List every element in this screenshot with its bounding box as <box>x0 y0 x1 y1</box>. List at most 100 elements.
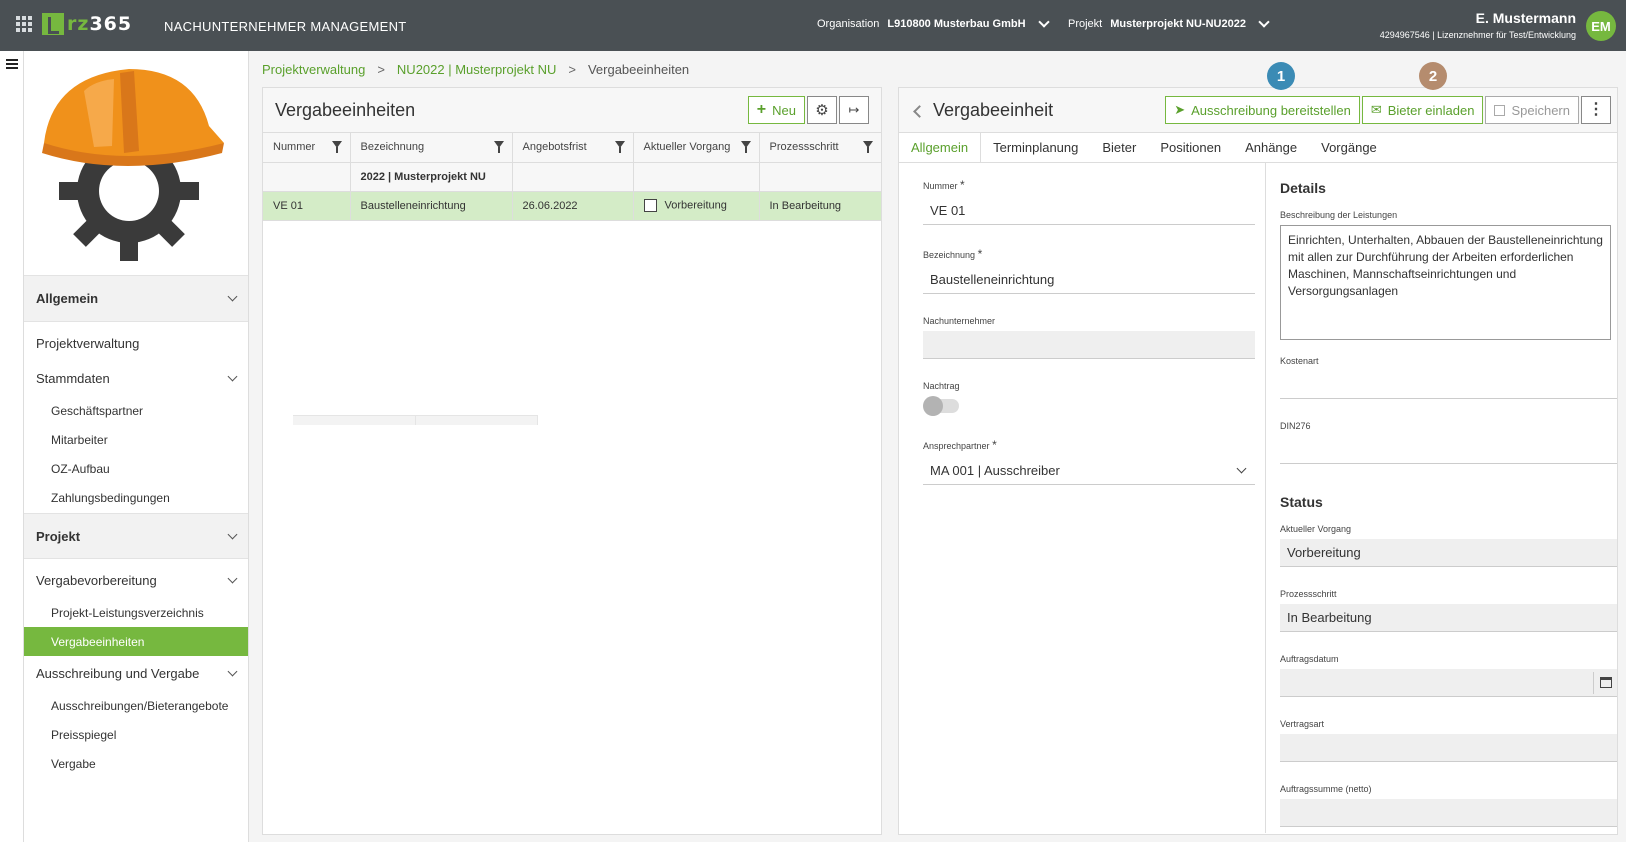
sidebar-item-geschaeftspartner[interactable]: Geschäftspartner <box>24 396 248 425</box>
sidebar-item-preisspiegel[interactable]: Preisspiegel <box>24 720 248 749</box>
auftragssumme-input[interactable] <box>1280 799 1617 827</box>
bezeichnung-input[interactable]: Baustelleneinrichtung <box>923 266 1255 294</box>
logo-text-a: rz <box>67 13 90 35</box>
project-logo-area <box>24 51 248 276</box>
field-nummer: Nummer * VE 01 <box>923 178 1255 225</box>
column-header-aktueller-vorgang[interactable]: Aktueller Vorgang <box>633 133 760 163</box>
sidebar-section-projekt[interactable]: Projekt <box>24 513 248 559</box>
hamburger-menu-icon[interactable] <box>6 59 18 69</box>
column-header-bezeichnung[interactable]: Bezeichnung <box>350 133 513 163</box>
settings-button[interactable]: ⚙ <box>807 96 837 124</box>
vertragsart-input[interactable] <box>1280 734 1617 762</box>
breadcrumb-separator-icon: > <box>568 62 576 77</box>
sidebar-item-oz-aufbau[interactable]: OZ-Aufbau <box>24 454 248 483</box>
brz-logo[interactable]: rz365 <box>42 13 132 35</box>
tab-anhaenge[interactable]: Anhänge <box>1233 133 1309 162</box>
new-button[interactable]: + Neu <box>747 96 805 124</box>
tab-allgemein[interactable]: Allgemein <box>899 133 982 162</box>
field-aktueller-vorgang: Aktueller Vorgang Vorbereitung <box>1280 524 1617 567</box>
prozessschritt-value: In Bearbeitung <box>1280 604 1617 632</box>
column-header-angebotsfrist[interactable]: Angebotsfrist <box>512 133 634 163</box>
user-name: E. Mustermann <box>1475 10 1576 26</box>
din276-label: DIN276 <box>1280 421 1311 431</box>
bieter-einladen-button[interactable]: ✉ Bieter einladen <box>1361 96 1484 124</box>
export-button[interactable]: ↦ <box>839 96 869 124</box>
speichern-button[interactable]: Speichern <box>1485 96 1579 124</box>
cell-prozessschritt: In Bearbeitung <box>759 191 881 221</box>
aktueller-vorgang-label: Aktueller Vorgang <box>1280 524 1352 534</box>
user-info[interactable]: E. Mustermann 4294967546 | Lizenznehmer … <box>1380 10 1576 40</box>
sidebar-item-vergabevorbereitung[interactable]: Vergabevorbereitung <box>24 563 248 598</box>
calendar-icon[interactable] <box>1593 671 1617 694</box>
filter-icon[interactable] <box>614 141 625 153</box>
kostenart-input[interactable] <box>1280 371 1617 399</box>
breadcrumb-current: Vergabeeinheiten <box>587 62 690 77</box>
chevron-down-icon <box>227 573 238 584</box>
breadcrumb: Projektverwaltung > NU2022 | Musterproje… <box>262 62 689 77</box>
filter-icon[interactable] <box>493 141 504 153</box>
avatar[interactable]: EM <box>1586 11 1616 41</box>
vertragsart-label: Vertragsart <box>1280 719 1325 729</box>
auftragssumme-label: Auftragssumme (netto) <box>1280 784 1372 794</box>
ansprechpartner-select[interactable]: MA 001 | Ausschreiber <box>923 457 1255 485</box>
ausschreibung-bereitstellen-button[interactable]: ➤ Ausschreibung bereitstellen <box>1165 96 1360 124</box>
field-auftragsdatum: Auftragsdatum <box>1280 654 1617 697</box>
chevron-down-icon <box>227 291 238 302</box>
sidebar-item-projektverwaltung[interactable]: Projektverwaltung <box>24 326 248 361</box>
sidebar-item-mitarbeiter[interactable]: Mitarbeiter <box>24 425 248 454</box>
row-checkbox[interactable] <box>643 199 657 212</box>
plus-icon: + <box>756 101 767 118</box>
app-root: rz365 NACHUNTERNEHMER MANAGEMENT Organis… <box>0 0 1626 842</box>
sidebar-item-projekt-leistungsverzeichnis[interactable]: Projekt-Leistungsverzeichnis <box>24 598 248 627</box>
prozessschritt-label: Prozessschritt <box>1280 589 1337 599</box>
filter-icon[interactable] <box>740 141 751 153</box>
status-section-title: Status <box>1280 494 1323 510</box>
top-bar: rz365 NACHUNTERNEHMER MANAGEMENT Organis… <box>0 0 1626 51</box>
envelope-icon: ✉ <box>1370 102 1382 117</box>
more-options-button[interactable]: ⋮ <box>1581 96 1611 124</box>
auftragsdatum-input[interactable] <box>1280 669 1617 697</box>
sidebar-item-ausschreibung-und-vergabe[interactable]: Ausschreibung und Vergabe <box>24 656 248 691</box>
sidebar-item-vergabe[interactable]: Vergabe <box>24 749 248 778</box>
din276-input[interactable] <box>1280 436 1617 464</box>
list-actions: + Neu ⚙ ↦ <box>747 96 869 124</box>
table-header-row: Nummer Bezeichnung Angebotsfrist Aktuell… <box>263 133 881 163</box>
filter-icon[interactable] <box>331 141 342 153</box>
field-nachtrag: Nachtrag <box>923 381 1255 416</box>
breadcrumb-projektverwaltung[interactable]: Projektverwaltung <box>262 62 365 77</box>
sidebar-section-allgemein[interactable]: Allgemein <box>24 276 248 322</box>
breadcrumb-project[interactable]: NU2022 | Musterprojekt NU <box>397 62 556 77</box>
nachunternehmer-input[interactable] <box>923 331 1255 359</box>
side-strip <box>0 51 24 842</box>
nachtrag-toggle[interactable] <box>923 396 959 416</box>
table-group-row[interactable]: 2022 | Musterprojekt NU <box>263 162 881 192</box>
tab-bieter[interactable]: Bieter <box>1090 133 1148 162</box>
column-header-prozessschritt[interactable]: Prozessschritt <box>759 133 881 163</box>
sidebar-item-stammdaten[interactable]: Stammdaten <box>24 361 248 396</box>
tab-terminplanung[interactable]: Terminplanung <box>981 133 1090 162</box>
field-prozessschritt: Prozessschritt In Bearbeitung <box>1280 589 1617 632</box>
callout-badge-2: 2 <box>1419 62 1447 90</box>
sidebar-item-ausschreibungen[interactable]: Ausschreibungen/Bieterangebote <box>24 691 248 720</box>
gear-icon: ⚙ <box>815 102 829 119</box>
beschreibung-textarea[interactable]: Einrichten, Unterhalten, Abbauen der Bau… <box>1280 225 1611 340</box>
organisation-selector[interactable]: Organisation L910800 Musterbau GmbH <box>817 16 1050 30</box>
sidebar-item-zahlungsbedingungen[interactable]: Zahlungsbedingungen <box>24 483 248 512</box>
sidebar-item-vergabeeinheiten[interactable]: Vergabeeinheiten <box>24 627 248 656</box>
nummer-input[interactable]: VE 01 <box>923 197 1255 225</box>
vergabeeinheiten-list-panel: Vergabeeinheiten + Neu ⚙ ↦ Nummer Bezeic… <box>262 87 882 835</box>
tab-vorgaenge[interactable]: Vorgänge <box>1309 133 1389 162</box>
detail-tabs: Allgemein Terminplanung Bieter Positione… <box>899 133 1617 163</box>
logo-mark-icon <box>42 13 64 35</box>
filter-icon[interactable] <box>863 141 873 153</box>
table-row[interactable]: VE 01 Baustelleneinrichtung 26.06.2022 V… <box>263 191 881 221</box>
tab-positionen[interactable]: Positionen <box>1148 133 1233 162</box>
project-selector[interactable]: Projekt Musterprojekt NU-NU2022 <box>1068 16 1270 30</box>
list-panel-title: Vergabeeinheiten <box>275 99 416 120</box>
column-header-nummer[interactable]: Nummer <box>263 133 351 163</box>
more-vertical-icon: ⋮ <box>1588 101 1604 118</box>
vergabeeinheiten-table: Nummer Bezeichnung Angebotsfrist Aktuell… <box>263 133 881 221</box>
app-launcher-icon[interactable] <box>16 16 32 32</box>
detail-title: Vergabeeinheit <box>933 100 1054 120</box>
chevron-down-icon <box>227 371 238 382</box>
